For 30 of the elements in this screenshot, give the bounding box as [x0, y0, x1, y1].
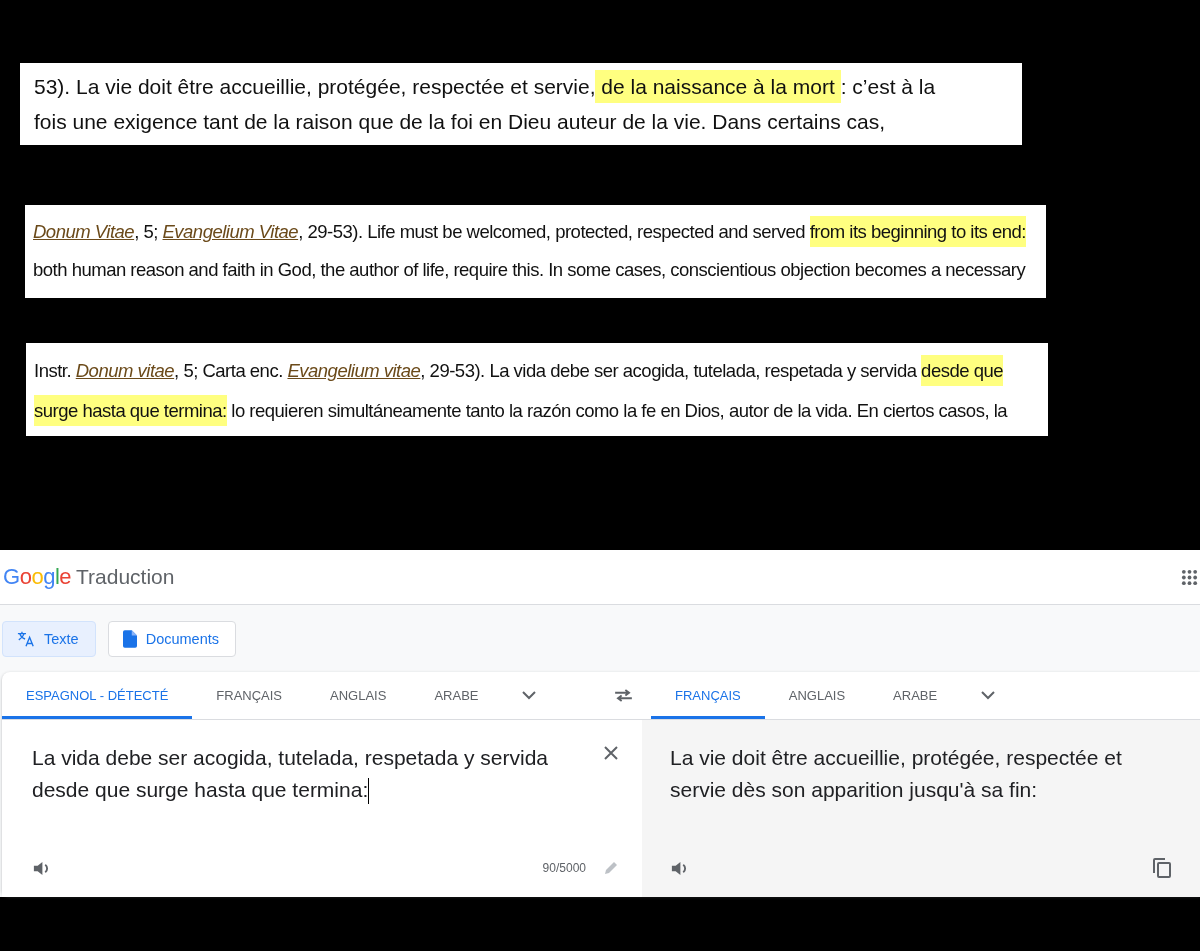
citation-link[interactable]: Evangelium Vitae	[162, 221, 299, 242]
mode-tab[interactable]: Documents	[107, 620, 236, 657]
mode-tab[interactable]: Texte	[2, 620, 96, 657]
translate-icon	[17, 629, 35, 648]
chevron-down-icon[interactable]	[981, 691, 996, 700]
excerpt-text-line: surge hasta que termina: lo requieren simultáneamente tanto la razón como la fe en Dios, autor de la vida. En ciertos casos, la	[34, 394, 1008, 428]
citation-link[interactable]: Donum vitae	[75, 360, 175, 381]
excerpt-text-line: Donum Vitae, 5; Evangelium Vitae, 29-53). Life must be welcomed, protected, respected and served from its beginning to its end:	[33, 215, 1026, 249]
language-tab[interactable]: FRANÇAIS	[192, 675, 307, 719]
citation-link[interactable]: Donum Vitae	[33, 221, 135, 242]
excerpt-text-line: fois une exigence tant de la raison que de la foi en Dieu auteur de la vie. Dans certains cas,	[34, 108, 886, 135]
document-icon	[122, 629, 137, 648]
excerpt-text-line: 53). La vie doit être accueillie, protégée, respectée et servie, de la naissance à la mort : c’est à la	[34, 68, 936, 105]
language-tab[interactable]: ANGLAIS	[764, 675, 870, 719]
close-icon[interactable]	[604, 746, 618, 760]
copy-icon[interactable]	[1153, 858, 1171, 878]
excerpt-text-line: both human reason and faith in God, the author of life, require this. In some cases, conscientious objection becomes a necessary	[33, 258, 1026, 282]
apps-grid-icon[interactable]	[1181, 568, 1198, 586]
google-logo[interactable]: Google	[3, 564, 71, 590]
language-tab[interactable]: ANGLAIS	[306, 675, 411, 719]
character-count: 90/5000	[542, 861, 586, 875]
language-tab[interactable]: ARABE	[869, 675, 962, 719]
chevron-down-icon[interactable]	[522, 691, 537, 700]
app-title: Traduction	[76, 565, 175, 589]
excerpt-text-line: Instr. Donum vitae, 5; Carta enc. Evangelium vitae, 29-53). La vida debe ser acogida, tutelada, respetada y servida desde que	[34, 354, 1004, 388]
translation-text: La vie doit être accueillie, protégée, respectée et servie dès son apparition jusqu'à sa fin:	[670, 745, 1123, 803]
source-text-field[interactable]: La vida debe ser acogida, tutelada, respetada y servida desde que surge hasta que termina:	[32, 742, 604, 806]
language-tab[interactable]: ARABE	[410, 675, 503, 719]
citation-link[interactable]: Evangelium vitae	[287, 360, 421, 381]
swap-arrows-icon[interactable]	[614, 689, 633, 702]
